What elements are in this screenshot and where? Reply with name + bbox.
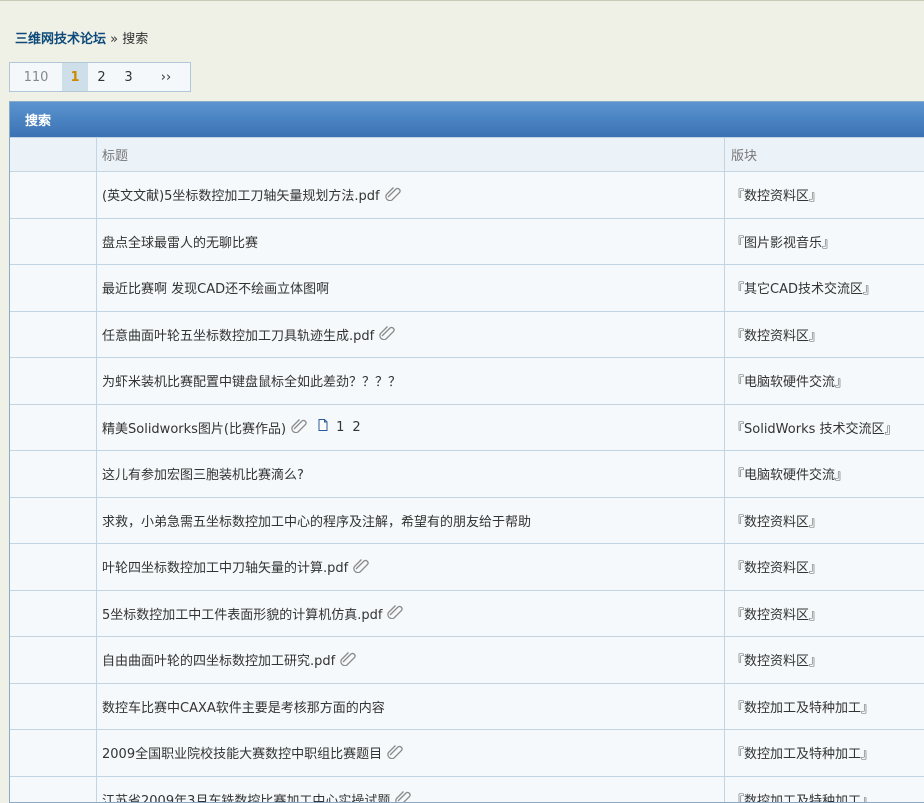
row-icon-cell [10,172,97,218]
table-row: 这儿有参加宏图三胞装机比赛滴么? 『电脑软硬件交流』 [10,450,924,497]
row-icon-cell [10,684,97,730]
page-icon [318,419,328,435]
row-icon-cell [10,358,97,404]
row-forum-link[interactable]: 『数控加工及特种加工』 [725,730,924,776]
thread-title-link[interactable]: 最近比赛啊 发现CAD还不绘画立体图啊 [102,278,329,297]
thread-title-link[interactable]: 为虾米装机比赛配置中键盘鼠标全如此差劲？？？？ [102,371,401,390]
row-title-cell: (英文文献)5坐标数控加工刀轴矢量规划方法.pdf [97,172,725,218]
row-title-cell: 精美Solidworks图片(比赛作品) 12 [97,405,725,451]
row-forum-link[interactable]: 『电脑软硬件交流』 [725,451,924,497]
thread-title-link[interactable]: 这儿有参加宏图三胞装机比赛滴么? [102,464,304,483]
row-forum-link[interactable]: 『SolidWorks 技术交流区』 [725,405,924,451]
pagination-page-2[interactable]: 2 [88,63,115,91]
row-forum-link[interactable]: 『电脑软硬件交流』 [725,358,924,404]
row-forum-link[interactable]: 『数控加工及特种加工』 [725,684,924,730]
row-icon-cell [10,265,97,311]
thread-title-link[interactable]: 5坐标数控加工中工件表面形貌的计算机仿真.pdf [102,604,382,623]
row-title-cell: 5坐标数控加工中工件表面形貌的计算机仿真.pdf [97,591,725,637]
pagination-page-3[interactable]: 3 [115,63,142,91]
row-icon-cell [10,544,97,590]
row-forum-link[interactable]: 『数控加工及特种加工』 [725,777,924,803]
row-forum-link[interactable]: 『图片影视音乐』 [725,219,924,265]
thread-title-link[interactable]: 江苏省2009年3月车铣数控比赛加工中心实操试题 [102,790,390,803]
search-results-panel: 搜索 标题 版块 (英文文献)5坐标数控加工刀轴矢量规划方法.pdf 『数控资料区… [9,101,924,803]
table-row: 叶轮四坐标数控加工中刀轴矢量的计算.pdf 『数控资料区』 [10,543,924,590]
row-icon-cell [10,312,97,358]
thread-title-link[interactable]: 叶轮四坐标数控加工中刀轴矢量的计算.pdf [102,557,348,576]
row-forum-link[interactable]: 『其它CAD技术交流区』 [725,265,924,311]
row-title-cell: 江苏省2009年3月车铣数控比赛加工中心实操试题 [97,777,725,803]
row-title-cell: 求救，小弟急需五坐标数控加工中心的程序及注解，希望有的朋友给于帮助 [97,498,725,544]
table-header-row: 标题 版块 [10,137,924,171]
table-row: 精美Solidworks图片(比赛作品) 12 『SolidWorks 技术交流区』 [10,404,924,451]
table-row: 为虾米装机比赛配置中键盘鼠标全如此差劲？？？？ 『电脑软硬件交流』 [10,357,924,404]
header-title: 标题 [97,138,725,171]
thread-title-link[interactable]: 精美Solidworks图片(比赛作品) [102,418,286,437]
row-title-cell: 数控车比赛中CAXA软件主要是考核那方面的内容 [97,684,725,730]
row-forum-link[interactable]: 『数控资料区』 [725,544,924,590]
row-icon-cell [10,637,97,683]
row-forum-link[interactable]: 『数控资料区』 [725,172,924,218]
pagination: 110 1 2 3 ›› [9,62,191,92]
row-forum-link[interactable]: 『数控资料区』 [725,498,924,544]
row-icon-cell [10,777,97,803]
row-forum-link[interactable]: 『数控资料区』 [725,591,924,637]
thread-title-link[interactable]: 自由曲面叶轮的四坐标数控加工研究.pdf [102,650,335,669]
row-title-cell: 这儿有参加宏图三胞装机比赛滴么? [97,451,725,497]
row-icon-cell [10,451,97,497]
table-row: 任意曲面叶轮五坐标数控加工刀具轨迹生成.pdf 『数控资料区』 [10,311,924,358]
pagination-current-page: 1 [62,63,88,91]
header-icon-cell [10,138,97,171]
thread-title-link[interactable]: 数控车比赛中CAXA软件主要是考核那方面的内容 [102,697,385,716]
thread-title-link[interactable]: 任意曲面叶轮五坐标数控加工刀具轨迹生成.pdf [102,325,374,344]
thread-page-link-1[interactable]: 1 [336,420,344,435]
row-title-cell: 最近比赛啊 发现CAD还不绘画立体图啊 [97,265,725,311]
row-icon-cell [10,498,97,544]
thread-title-link[interactable]: 求救，小弟急需五坐标数控加工中心的程序及注解，希望有的朋友给于帮助 [102,511,531,530]
table-row: 求救，小弟急需五坐标数控加工中心的程序及注解，希望有的朋友给于帮助 『数控资料区』 [10,497,924,544]
thread-title-link[interactable]: 盘点全球最雷人的无聊比赛 [102,232,258,251]
row-icon-cell [10,405,97,451]
row-title-cell: 自由曲面叶轮的四坐标数控加工研究.pdf [97,637,725,683]
row-icon-cell [10,730,97,776]
paperclip-icon [290,417,308,437]
paperclip-icon [386,743,404,763]
pagination-total: 110 [10,63,62,91]
table-row: 数控车比赛中CAXA软件主要是考核那方面的内容 『数控加工及特种加工』 [10,683,924,730]
row-forum-link[interactable]: 『数控资料区』 [725,637,924,683]
header-forum: 版块 [725,138,924,171]
thread-page-link-2[interactable]: 2 [352,420,360,435]
table-row: 2009全国职业院校技能大赛数控中职组比赛题目 『数控加工及特种加工』 [10,729,924,776]
table-row: 5坐标数控加工中工件表面形貌的计算机仿真.pdf 『数控资料区』 [10,590,924,637]
table-row: (英文文献)5坐标数控加工刀轴矢量规划方法.pdf 『数控资料区』 [10,171,924,218]
row-title-cell: 2009全国职业院校技能大赛数控中职组比赛题目 [97,730,725,776]
row-title-cell: 叶轮四坐标数控加工中刀轴矢量的计算.pdf [97,544,725,590]
table-row: 盘点全球最雷人的无聊比赛 『图片影视音乐』 [10,218,924,265]
row-title-cell: 任意曲面叶轮五坐标数控加工刀具轨迹生成.pdf [97,312,725,358]
paperclip-icon [386,603,404,623]
panel-title: 搜索 [10,102,924,137]
row-icon-cell [10,591,97,637]
row-title-cell: 为虾米装机比赛配置中键盘鼠标全如此差劲？？？？ [97,358,725,404]
breadcrumb: 三维网技术论坛 » 搜索 [15,28,148,47]
row-icon-cell [10,219,97,265]
paperclip-icon [378,324,396,344]
paperclip-icon [394,789,412,803]
table-row: 自由曲面叶轮的四坐标数控加工研究.pdf 『数控资料区』 [10,636,924,683]
top-divider [0,0,924,1]
paperclip-icon [352,557,370,577]
row-title-cell: 盘点全球最雷人的无聊比赛 [97,219,725,265]
breadcrumb-current: 搜索 [122,32,148,47]
breadcrumb-home-link[interactable]: 三维网技术论坛 [15,32,106,47]
pagination-next-button[interactable]: ›› [142,63,190,91]
paperclip-icon [384,185,402,205]
table-row: 最近比赛啊 发现CAD还不绘画立体图啊 『其它CAD技术交流区』 [10,264,924,311]
breadcrumb-separator: » [110,32,118,47]
table-row: 江苏省2009年3月车铣数控比赛加工中心实操试题 『数控加工及特种加工』 [10,776,924,803]
thread-title-link[interactable]: (英文文献)5坐标数控加工刀轴矢量规划方法.pdf [102,185,380,204]
results-table: (英文文献)5坐标数控加工刀轴矢量规划方法.pdf『数控资料区』盘点全球最雷人的… [10,171,924,803]
paperclip-icon [339,650,357,670]
row-forum-link[interactable]: 『数控资料区』 [725,312,924,358]
thread-title-link[interactable]: 2009全国职业院校技能大赛数控中职组比赛题目 [102,743,382,762]
